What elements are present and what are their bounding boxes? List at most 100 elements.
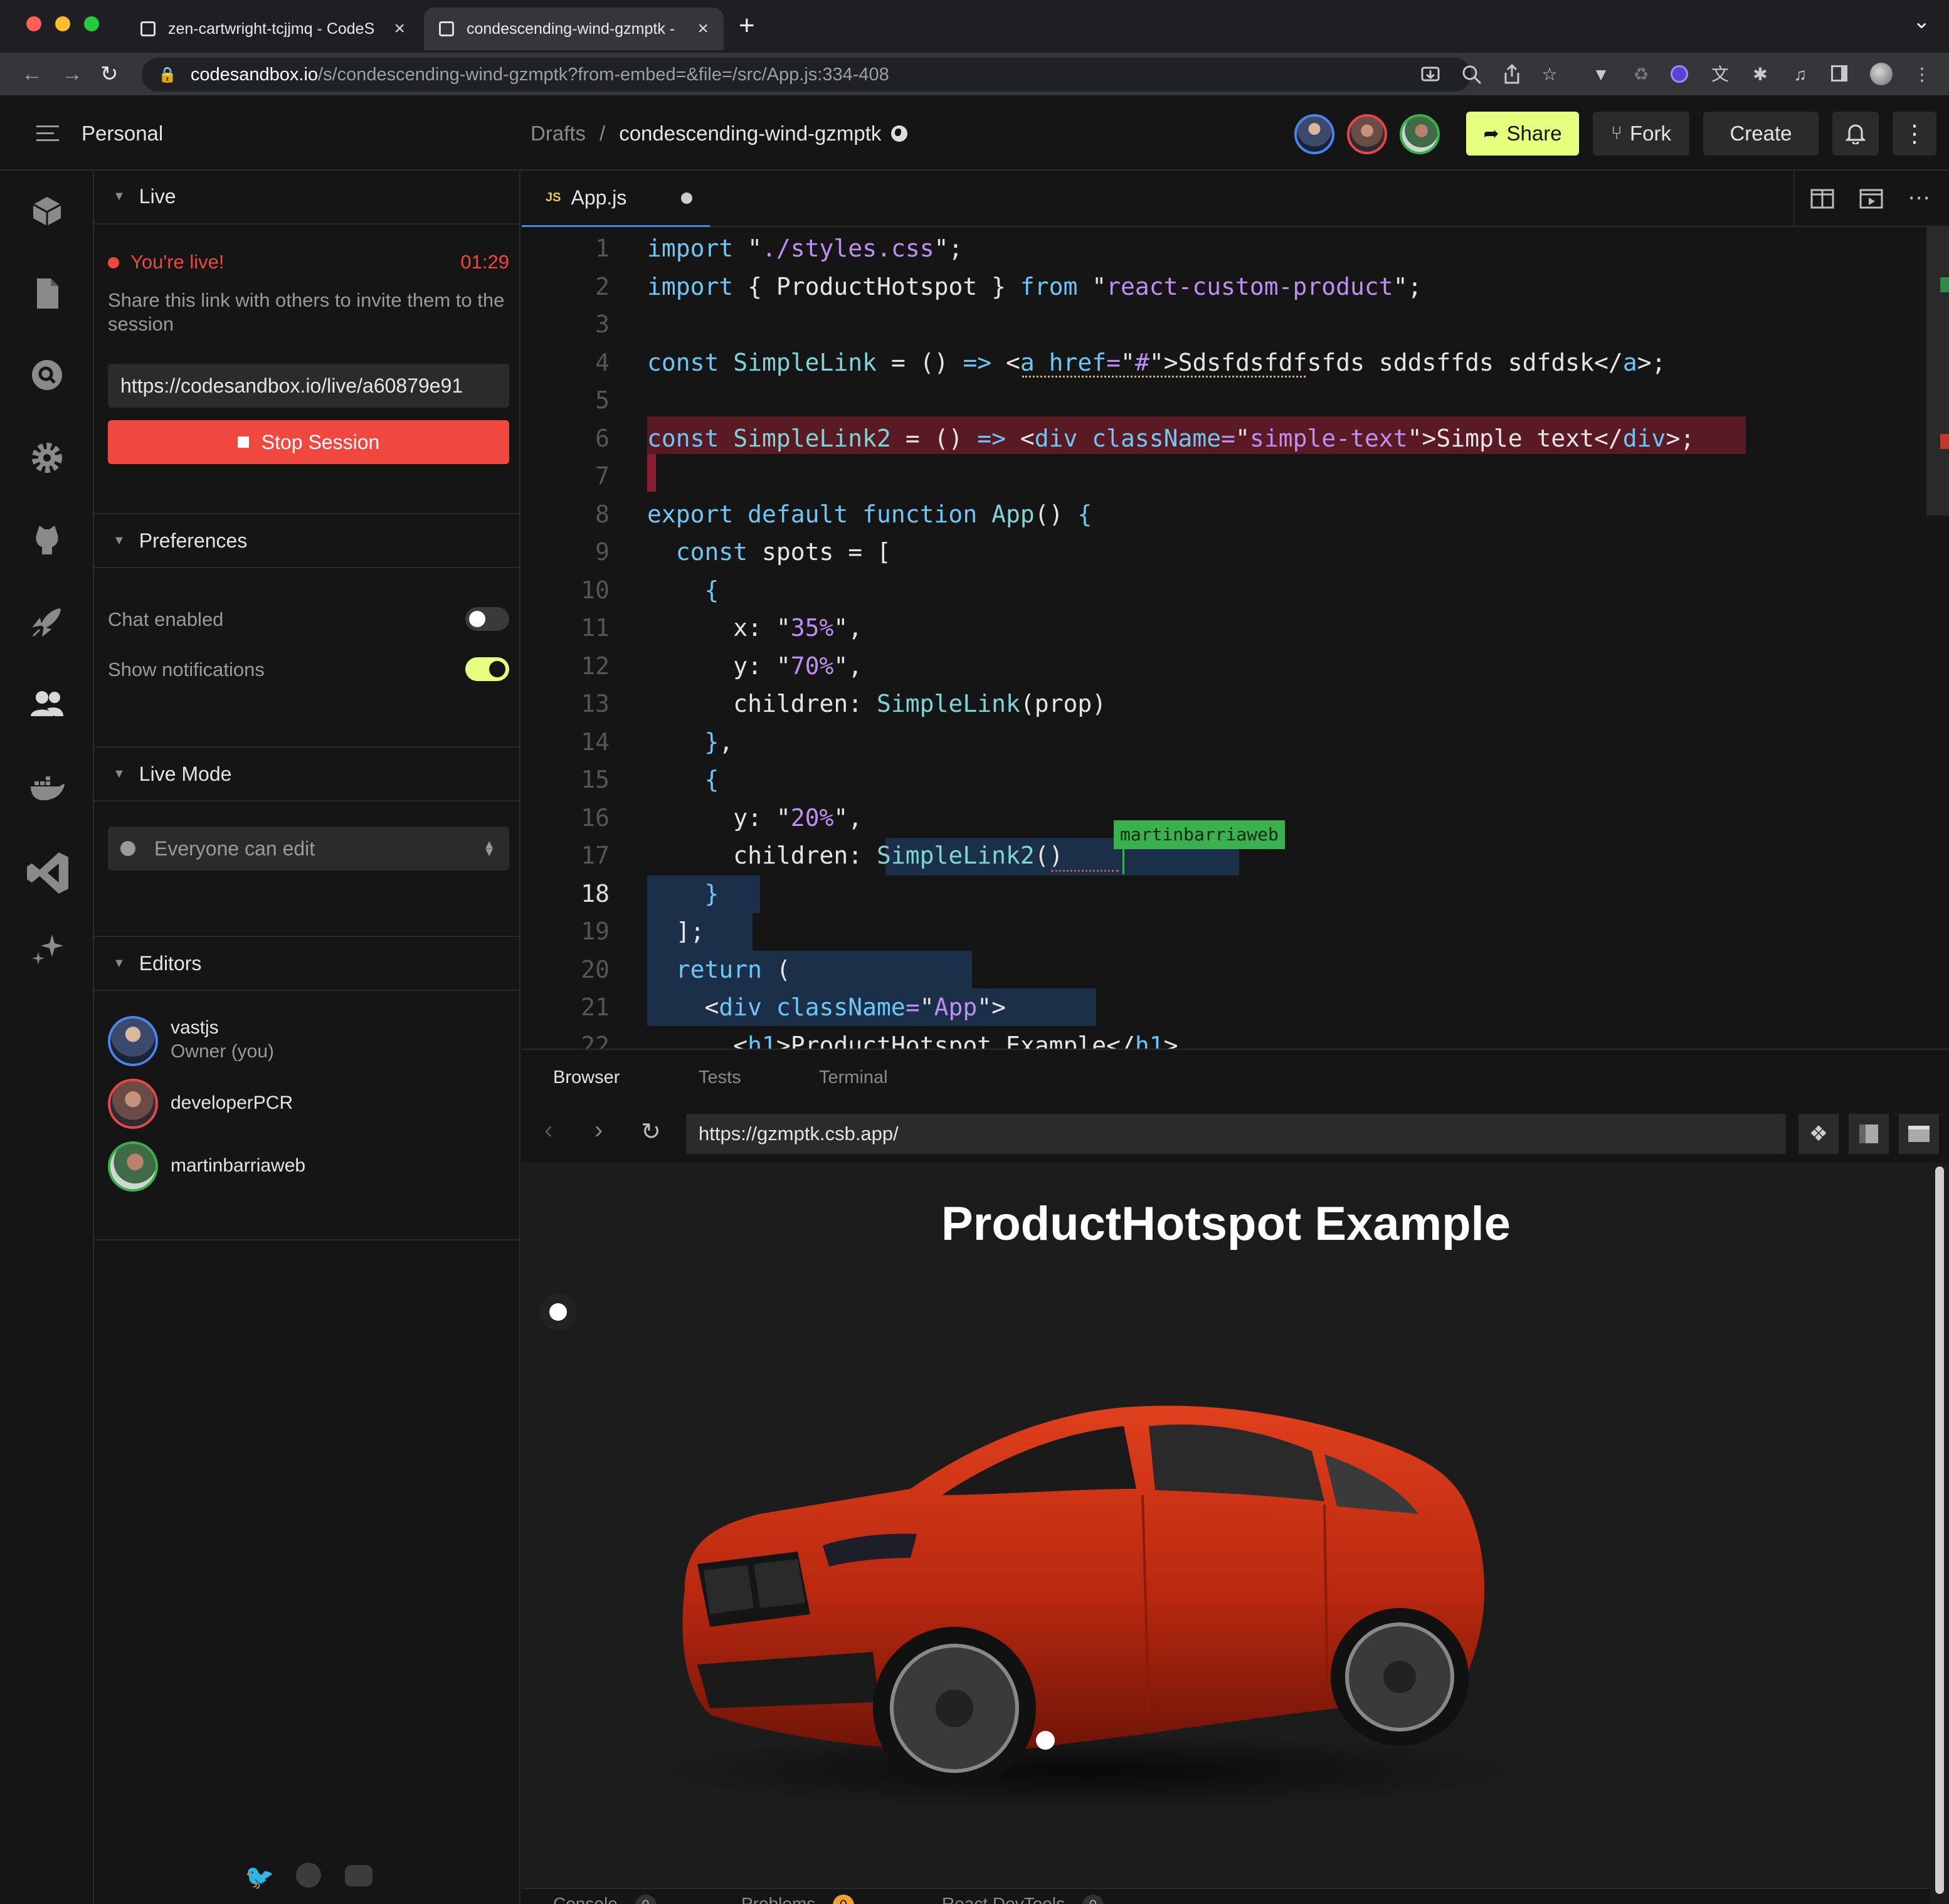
notifications-bell-icon[interactable]: [1832, 112, 1879, 156]
new-tab-button[interactable]: +: [739, 10, 755, 41]
bookmark-star-icon[interactable]: ☆: [1540, 65, 1559, 84]
chat-enabled-toggle[interactable]: [465, 607, 509, 631]
fork-button[interactable]: ⑂ Fork: [1593, 112, 1689, 156]
code-line[interactable]: 9 const spots = [: [522, 533, 1926, 571]
stop-session-button[interactable]: Stop Session: [108, 420, 509, 464]
browser-tab-active[interactable]: condescending-wind-gzmptk - ×: [424, 8, 724, 50]
live-section-header[interactable]: ▼ Live: [94, 169, 520, 225]
files-icon[interactable]: [28, 275, 66, 312]
maximize-window-button[interactable]: [84, 16, 99, 31]
code-line[interactable]: 21 <div className="App">: [522, 988, 1926, 1026]
zoom-icon[interactable]: [1461, 64, 1482, 85]
code-line[interactable]: 8 export default function App() {: [522, 495, 1926, 533]
preview-reload-icon[interactable]: ↻: [641, 1118, 661, 1146]
preview-scrollbar[interactable]: [1930, 1163, 1949, 1904]
code-line[interactable]: 1 import "./styles.css";: [522, 230, 1926, 267]
preview-url-input[interactable]: https://gzmptk.csb.app/: [686, 1114, 1786, 1154]
editors-section-header[interactable]: ▼ Editors: [94, 936, 520, 991]
tab-tests[interactable]: Tests: [699, 1067, 741, 1088]
sandbox-cube-icon[interactable]: [28, 192, 66, 230]
search-icon[interactable]: [28, 356, 66, 394]
code-line[interactable]: 14 },: [522, 723, 1926, 761]
more-options-icon[interactable]: ⋮: [1893, 112, 1936, 156]
tab-browser[interactable]: Browser: [553, 1067, 620, 1088]
github-icon[interactable]: [28, 521, 66, 558]
twitter-icon[interactable]: 🐦: [245, 1864, 274, 1891]
code-line[interactable]: 10 {: [522, 571, 1926, 609]
profile-avatar[interactable]: [1870, 63, 1893, 85]
menu-icon[interactable]: [36, 125, 59, 141]
code-line[interactable]: 5: [522, 381, 1926, 419]
devtools-tab-react[interactable]: React DevTools 0: [942, 1894, 1104, 1904]
code-line[interactable]: 3: [522, 305, 1926, 343]
editor-more-icon[interactable]: ⋯: [1908, 184, 1930, 211]
sandbox-title[interactable]: condescending-wind-gzmptk: [619, 122, 881, 145]
hotspot-marker[interactable]: [539, 1293, 577, 1331]
install-app-icon[interactable]: [1420, 64, 1441, 85]
deploy-rocket-icon[interactable]: [28, 603, 66, 641]
split-editor-icon[interactable]: [1810, 188, 1835, 209]
collaborator-avatar-martinbarriaweb[interactable]: [1400, 114, 1440, 154]
tab-search-icon[interactable]: ⌄: [1913, 9, 1931, 34]
create-button[interactable]: Create: [1703, 112, 1819, 156]
minimize-window-button[interactable]: [55, 16, 70, 31]
close-tab-icon[interactable]: ×: [697, 18, 709, 40]
share-page-icon[interactable]: [1501, 63, 1523, 85]
code-line[interactable]: 13 children: SimpleLink(prop): [522, 685, 1926, 722]
ai-sparkle-icon[interactable]: [28, 932, 66, 970]
reload-icon[interactable]: ↻: [100, 61, 119, 87]
open-in-new-window-icon[interactable]: ❖: [1798, 1114, 1839, 1154]
breadcrumb-drafts[interactable]: Drafts: [531, 122, 586, 145]
code-line[interactable]: 22 <h1>ProductHotspot Example</h1>: [522, 1027, 1926, 1049]
discord-icon[interactable]: [345, 1865, 372, 1886]
code-line[interactable]: 20 return (: [522, 951, 1926, 988]
extension-circle-icon[interactable]: [1671, 65, 1689, 84]
code-line[interactable]: 7: [522, 457, 1926, 495]
browser-menu-icon[interactable]: ⋮: [1913, 65, 1931, 84]
editor-list-item[interactable]: developerPCR: [108, 1077, 509, 1131]
workspace-name[interactable]: Personal: [82, 122, 163, 145]
forward-icon[interactable]: →: [61, 61, 83, 87]
live-mode-select[interactable]: Everyone can edit ▲ ▼: [108, 827, 509, 870]
vscode-icon[interactable]: [24, 849, 71, 897]
extensions-puzzle-icon[interactable]: ✱: [1751, 65, 1770, 84]
editor-list-item[interactable]: martinbarriaweb: [108, 1140, 509, 1194]
live-users-icon[interactable]: [28, 685, 66, 722]
preferences-section-header[interactable]: ▼ Preferences: [94, 513, 520, 568]
tab-terminal[interactable]: Terminal: [819, 1067, 888, 1088]
media-control-icon[interactable]: ♫: [1791, 65, 1810, 84]
collaborator-avatar-developerpcr[interactable]: [1347, 114, 1387, 154]
preview-forward-icon[interactable]: ›: [594, 1116, 603, 1145]
code-line[interactable]: 18 }: [522, 875, 1926, 912]
devtools-tab-problems[interactable]: Problems 0: [741, 1894, 855, 1904]
tab-app-js[interactable]: JS App.js: [522, 171, 710, 227]
code-line[interactable]: 16 y: "20%",: [522, 799, 1926, 837]
code-lines[interactable]: 1 import "./styles.css"; 2 import { Product…: [522, 227, 1926, 1049]
preview-window-icon[interactable]: [1859, 188, 1884, 209]
code-line[interactable]: 15 {: [522, 761, 1926, 798]
code-line[interactable]: 2 import { ProductHotspot } from "react-c…: [522, 268, 1926, 305]
address-bar[interactable]: 🔒 codesandbox.io/s/condescending-wind-gz…: [142, 58, 1471, 92]
editor-list-item[interactable]: vastjs Owner (you): [108, 1015, 509, 1069]
extension-v-icon[interactable]: ▼: [1592, 65, 1610, 84]
share-button[interactable]: ➦ Share: [1466, 112, 1579, 156]
back-icon[interactable]: ←: [21, 61, 43, 87]
code-line[interactable]: 12 y: "70%",: [522, 647, 1926, 685]
close-tab-icon[interactable]: ×: [394, 18, 405, 40]
hotspot-marker[interactable]: [1036, 1731, 1055, 1750]
show-notifications-toggle[interactable]: [465, 657, 509, 681]
live-mode-section-header[interactable]: ▼ Live Mode: [94, 746, 520, 801]
code-line[interactable]: 17 children: SimpleLink2(): [522, 837, 1926, 874]
side-panel-icon[interactable]: [1831, 65, 1850, 84]
code-line[interactable]: 6 const SimpleLink2 = () => <div classNam…: [522, 420, 1926, 457]
close-window-button[interactable]: [26, 16, 41, 31]
browser-tab[interactable]: zen-cartwright-tcjjmq - CodeS ×: [125, 8, 420, 50]
live-link-input[interactable]: https://codesandbox.io/live/a60879e91: [108, 364, 509, 408]
editor-scrollbar[interactable]: [1926, 227, 1949, 516]
preview-layout-icon[interactable]: [1849, 1114, 1889, 1154]
preview-fullscreen-icon[interactable]: [1899, 1114, 1939, 1154]
code-line[interactable]: 11 x: "35%",: [522, 609, 1926, 647]
extension-translate-icon[interactable]: 文: [1711, 65, 1730, 84]
github-footer-icon[interactable]: [296, 1863, 321, 1888]
unsaved-dot-icon[interactable]: [681, 192, 692, 204]
